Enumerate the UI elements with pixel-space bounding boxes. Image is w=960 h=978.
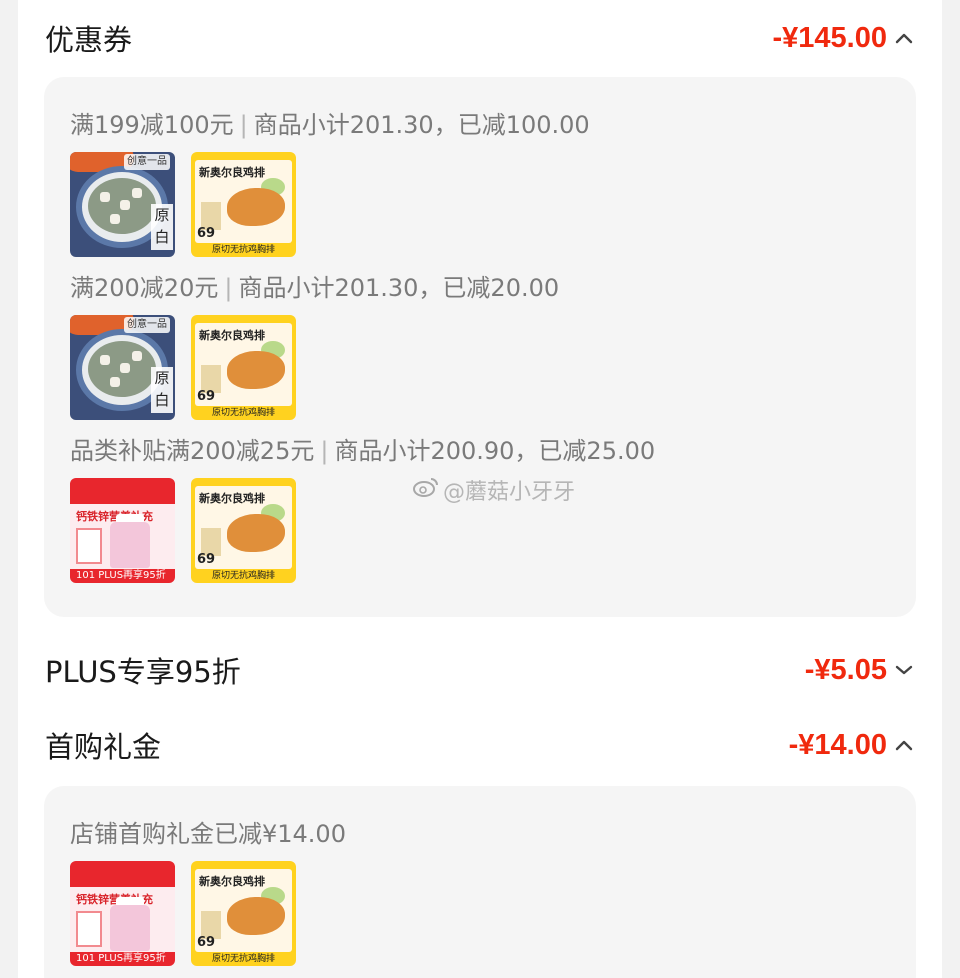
watermark: @蘑菇小牙牙: [413, 474, 575, 506]
first-gift-title: 首购礼金: [45, 730, 162, 764]
plus-title: PLUS专享95折: [45, 655, 241, 689]
rule-label: 满200减20元: [70, 274, 219, 302]
first-gift-products: 钙铁锌营养补充 101 PLUS再享95折 新奥尔良鸡排 69 原切无抗鸡胸排: [70, 861, 296, 966]
supp-bar: 101 PLUS再享95折: [70, 952, 175, 966]
product-thumb-chicken[interactable]: 新奥尔良鸡排 69 原切无抗鸡胸排: [191, 861, 296, 966]
plus-amount: -¥5.05: [804, 653, 887, 686]
product-thumb-chicken[interactable]: 新奥尔良鸡排 69 原切无抗鸡胸排: [191, 315, 296, 420]
rule-label: 满199减100元: [70, 111, 234, 139]
chicken-foot: 原切无抗鸡胸排: [211, 571, 275, 581]
chicken-price: 69: [197, 226, 216, 241]
chevron-up-icon[interactable]: [893, 27, 915, 49]
coupon-rule-2-products: 创意一品 原白 新奥尔良鸡排 69 原切无抗鸡胸排: [70, 315, 296, 420]
chicken-foot: 原切无抗鸡胸排: [211, 954, 275, 964]
weibo-icon: [413, 476, 439, 504]
coupon-rule-1: 满199减100元 | 商品小计201.30，已减100.00: [70, 111, 590, 139]
chicken-price: 69: [197, 935, 216, 950]
coupon-title: 优惠券: [45, 23, 133, 57]
product-thumb-chicken[interactable]: 新奥尔良鸡排 69 原切无抗鸡胸排: [191, 152, 296, 257]
coupon-row[interactable]: 优惠券 -¥145.00: [45, 14, 915, 62]
chicken-title: 新奥尔良鸡排: [199, 166, 265, 179]
product-thumb-chicken[interactable]: 新奥尔良鸡排 69 原切无抗鸡胸排: [191, 478, 296, 583]
food-side-text: 原白: [151, 204, 173, 250]
chicken-price: 69: [197, 552, 216, 567]
first-gift-panel: 店铺首购礼金已减¥14.00 钙铁锌营养补充 101 PLUS再享95折 新奥尔…: [44, 786, 916, 978]
chicken-foot: 原切无抗鸡胸排: [211, 408, 275, 418]
chicken-title: 新奥尔良鸡排: [199, 329, 265, 342]
coupon-detail-panel: 满199减100元 | 商品小计201.30，已减100.00 创意一品 原白 新奥…: [44, 77, 916, 617]
chevron-down-icon[interactable]: [893, 659, 915, 681]
chicken-price: 69: [197, 389, 216, 404]
first-gift-rule: 店铺首购礼金已减¥14.00: [70, 820, 346, 848]
first-gift-row[interactable]: 首购礼金 -¥14.00: [45, 721, 915, 769]
food-side-text: 原白: [151, 367, 173, 413]
rule-label: 品类补贴满200减25元: [70, 437, 315, 465]
chevron-up-icon[interactable]: [893, 734, 915, 756]
coupon-rule-3-products: 钙铁锌营养补充 101 PLUS再享95折 新奥尔良鸡排 69 原切无抗鸡胸排: [70, 478, 296, 583]
watermark-text: @蘑菇小牙牙: [443, 480, 576, 505]
rule-detail: 商品小计201.30，已减20.00: [238, 274, 560, 302]
coupon-amount: -¥145.00: [772, 21, 888, 54]
chicken-title: 新奥尔良鸡排: [199, 492, 265, 505]
rule-detail: 商品小计200.90，已减25.00: [334, 437, 656, 465]
food-tag: 创意一品: [124, 317, 170, 333]
coupon-rule-1-products: 创意一品 原白 新奥尔良鸡排 69 原切无抗鸡胸排: [70, 152, 296, 257]
plus-discount-row[interactable]: PLUS专享95折 -¥5.05: [45, 646, 915, 694]
chicken-foot: 原切无抗鸡胸排: [211, 245, 275, 255]
coupon-rule-3: 品类补贴满200减25元 | 商品小计200.90，已减25.00: [70, 437, 656, 465]
rule-detail: 商品小计201.30，已减100.00: [253, 111, 590, 139]
food-tag: 创意一品: [124, 154, 170, 170]
coupon-rule-2: 满200减20元 | 商品小计201.30，已减20.00: [70, 274, 560, 302]
product-thumb-supplement[interactable]: 钙铁锌营养补充 101 PLUS再享95折: [70, 478, 175, 583]
product-thumb-food[interactable]: 创意一品 原白: [70, 315, 175, 420]
supp-bar: 101 PLUS再享95折: [70, 569, 175, 583]
product-thumb-supplement[interactable]: 钙铁锌营养补充 101 PLUS再享95折: [70, 861, 175, 966]
product-thumb-food[interactable]: 创意一品 原白: [70, 152, 175, 257]
first-gift-amount: -¥14.00: [788, 728, 887, 761]
chicken-title: 新奥尔良鸡排: [199, 875, 265, 888]
